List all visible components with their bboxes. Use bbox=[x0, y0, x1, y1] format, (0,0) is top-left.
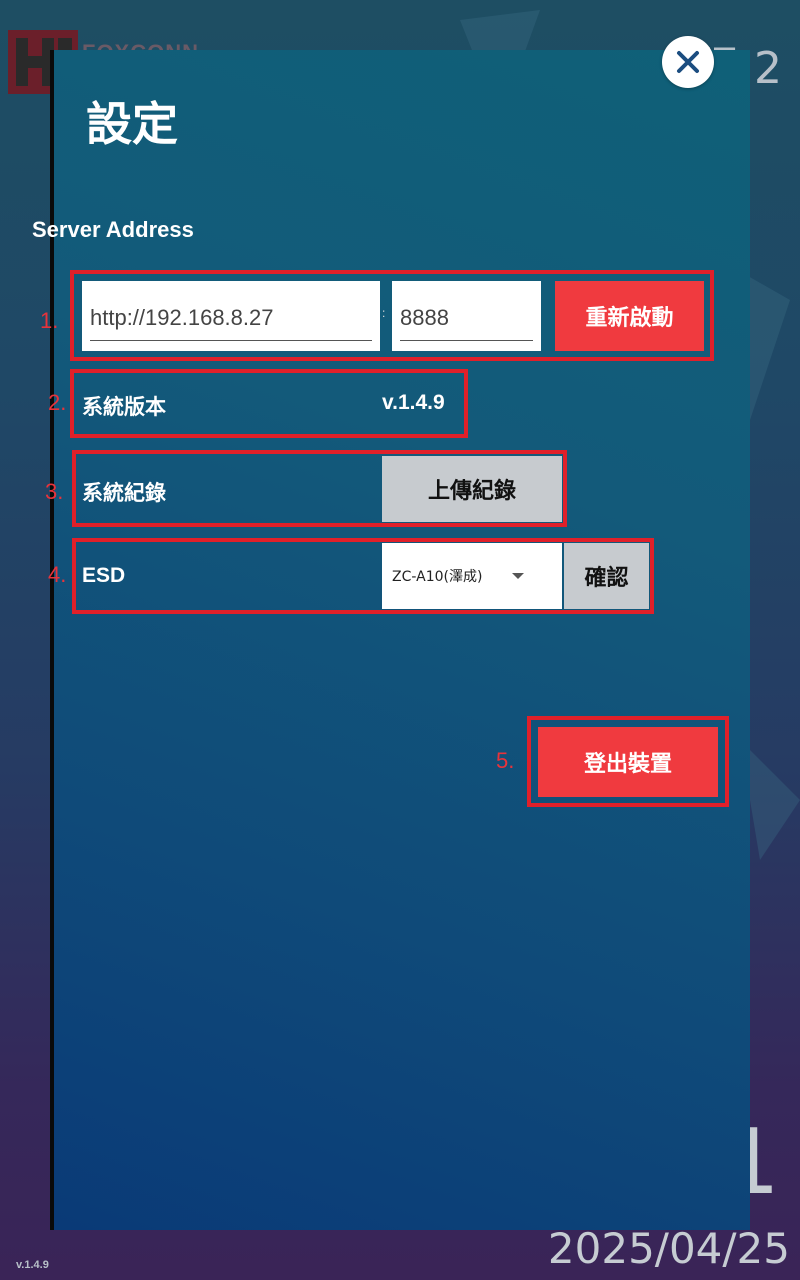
logout-button[interactable]: 登出裝置 bbox=[538, 727, 718, 797]
dialog-title: 設定 bbox=[86, 97, 178, 151]
esd-select-value: ZC-A10(澤成) bbox=[392, 569, 483, 585]
server-url-input[interactable] bbox=[90, 295, 372, 341]
server-address-label: Server Address bbox=[32, 217, 194, 242]
step-number-5: 5. bbox=[496, 748, 515, 773]
server-url-field bbox=[82, 281, 380, 351]
version-label: 系統版本 bbox=[82, 395, 166, 419]
log-label: 系統紀錄 bbox=[82, 481, 166, 505]
upload-log-button[interactable]: 上傳紀錄 bbox=[382, 456, 562, 522]
colon-separator: : bbox=[382, 306, 386, 320]
esd-confirm-button[interactable]: 確認 bbox=[564, 543, 649, 609]
esd-label: ESD bbox=[82, 564, 126, 587]
close-icon bbox=[677, 51, 699, 73]
step-number-3: 3. bbox=[45, 479, 64, 504]
step-number-4: 4. bbox=[48, 562, 67, 587]
server-port-input[interactable] bbox=[400, 295, 533, 341]
version-value: v.1.4.9 bbox=[382, 391, 445, 414]
esd-select[interactable]: ZC-A10(澤成) bbox=[382, 543, 562, 609]
date-text: 2025/04/25 bbox=[547, 1224, 790, 1273]
version-text: v.1.4.9 bbox=[16, 1259, 49, 1271]
close-button[interactable] bbox=[662, 36, 714, 88]
restart-button[interactable]: 重新啟動 bbox=[555, 281, 704, 351]
step-number-1: 1. bbox=[40, 308, 59, 333]
step-number-2: 2. bbox=[48, 390, 67, 415]
server-port-field bbox=[392, 281, 541, 351]
dropdown-arrow-icon bbox=[512, 573, 524, 579]
